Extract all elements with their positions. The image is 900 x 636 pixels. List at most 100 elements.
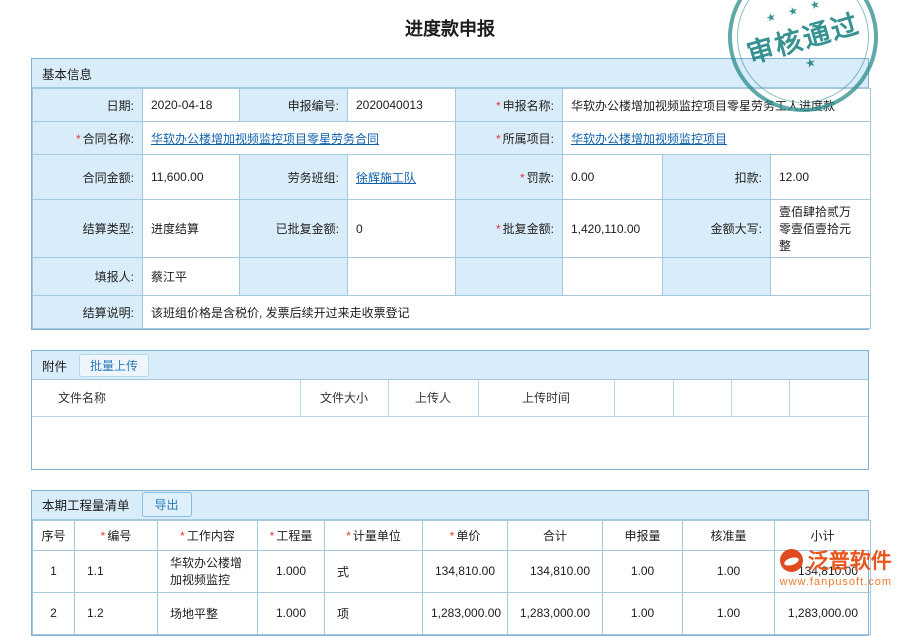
label-text: 所属项目: [503, 132, 554, 146]
required-mark: * [76, 132, 81, 146]
seq-cell: 1 [33, 550, 75, 592]
value-text: 进度结算 [151, 222, 199, 236]
required-mark: * [496, 132, 501, 146]
table-row: 填报人: 蔡江平 [33, 258, 871, 296]
label-text: 扣款: [735, 171, 762, 185]
quantity-column: *工程量 [258, 520, 325, 550]
label-text: 申报名称: [503, 99, 554, 113]
col-label: 核准量 [710, 529, 746, 543]
deduction-value: 12.00 [771, 155, 871, 200]
batch-upload-button[interactable]: 批量上传 [79, 354, 149, 377]
code-column: *编号 [75, 520, 158, 550]
attachments-title: 附件 [42, 356, 67, 375]
col-label: 申报量 [624, 529, 660, 543]
value-text: 2020040013 [356, 98, 423, 112]
unit-cell: 项 [325, 592, 423, 634]
value-text: 该班组价格是含税价, 发票后续开过来走收票登记 [151, 306, 410, 320]
col-label: 计量单位 [353, 529, 401, 543]
label-text: 结算说明: [83, 306, 134, 320]
amount-words-label: 金额大写: [663, 200, 771, 258]
required-mark: * [496, 222, 501, 236]
settlement-note-label: 结算说明: [33, 296, 143, 329]
required-mark: * [270, 529, 275, 543]
label-text: 罚款: [527, 171, 554, 185]
value-text: 12.00 [779, 170, 809, 184]
empty-label-cell [663, 258, 771, 296]
label-text: 已批复金额: [276, 222, 339, 236]
basic-info-title: 基本信息 [42, 64, 92, 83]
approved-amount-value: 1,420,110.00 [563, 200, 663, 258]
declaration-name-value: 华软办公楼增加视频监控项目零星劳务工人进度款 [563, 89, 871, 122]
col-label: 小计 [810, 529, 834, 543]
work-content-cell: 场地平整 [158, 592, 258, 634]
label-text: 填报人: [95, 270, 134, 284]
upload-time-column: 上传时间 [478, 380, 614, 416]
col-label: 工作内容 [187, 529, 235, 543]
basic-info-section: 基本信息 日期: 2020-04-18 申报编号: 2020040013 *申报… [31, 58, 869, 330]
work-content-column: *工作内容 [158, 520, 258, 550]
label-text: 合同金额: [83, 171, 134, 185]
labor-team-label: 劳务班组: [240, 155, 348, 200]
label-text: 批复金额: [503, 222, 554, 236]
declared-qty-cell: 1.00 [603, 550, 683, 592]
col-label: 序号 [41, 529, 65, 543]
seq-column: 序号 [33, 520, 75, 550]
approved-before-value: 0 [348, 200, 456, 258]
table-row: 结算类型: 进度结算 已批复金额: 0 *批复金额: 1,420,110.00 … [33, 200, 871, 258]
label-text: 日期: [107, 99, 134, 113]
label-text: 金额大写: [711, 222, 762, 236]
quantity-header-row: 序号 *编号 *工作内容 *工程量 *计量单位 *单价 合计 申报量 核准量 小… [33, 520, 871, 550]
contract-name-label: *合同名称: [33, 122, 143, 155]
value-text: 0.00 [571, 170, 594, 184]
empty-value-cell [563, 258, 663, 296]
declaration-name-label: *申报名称: [456, 89, 563, 122]
quantity-cell: 1.000 [258, 550, 325, 592]
labor-team-link[interactable]: 徐辉施工队 [356, 171, 416, 185]
settlement-type-label: 结算类型: [33, 200, 143, 258]
contract-name-link[interactable]: 华软办公楼增加视频监控项目零星劳务合同 [151, 132, 379, 146]
required-mark: * [180, 529, 185, 543]
contract-name-value: 华软办公楼增加视频监控项目零星劳务合同 [143, 122, 456, 155]
total-column: 合计 [508, 520, 603, 550]
vendor-site: www.fanpusoft.com [780, 576, 892, 588]
attachments-table: 文件名称 文件大小 上传人 上传时间 [32, 380, 868, 417]
value-text: 2020-04-18 [151, 98, 212, 112]
amount-words-value: 壹佰肆拾贰万零壹佰壹拾元整 [771, 200, 871, 258]
value-text: 1,420,110.00 [571, 222, 640, 236]
approved-qty-column: 核准量 [683, 520, 775, 550]
project-link[interactable]: 华软办公楼增加视频监控项目 [571, 132, 727, 146]
file-name-column: 文件名称 [32, 380, 300, 416]
quantity-cell: 1.000 [258, 592, 325, 634]
basic-info-table: 日期: 2020-04-18 申报编号: 2020040013 *申报名称: 华… [32, 88, 871, 329]
empty-label-cell [456, 258, 563, 296]
penalty-label: *罚款: [456, 155, 563, 200]
export-button[interactable]: 导出 [142, 492, 192, 517]
table-row: 合同金额: 11,600.00 劳务班组: 徐辉施工队 *罚款: 0.00 扣款… [33, 155, 871, 200]
declared-qty-cell: 1.00 [603, 592, 683, 634]
approved-qty-cell: 1.00 [683, 592, 775, 634]
value-text: 壹佰肆拾贰万零壹佰壹拾元整 [779, 205, 851, 253]
penalty-value: 0.00 [563, 155, 663, 200]
declaration-no-label: 申报编号: [240, 89, 348, 122]
value-text: 蔡江平 [151, 270, 187, 284]
table-row: *合同名称: 华软办公楼增加视频监控项目零星劳务合同 *所属项目: 华软办公楼增… [33, 122, 871, 155]
empty-value-cell [348, 258, 456, 296]
empty-value-cell [771, 258, 871, 296]
vendor-logo-icon [780, 549, 803, 572]
required-mark: * [520, 171, 525, 185]
unit-cell: 式 [325, 550, 423, 592]
deduction-label: 扣款: [663, 155, 771, 200]
total-cell: 1,283,000.00 [508, 592, 603, 634]
required-mark: * [346, 529, 351, 543]
required-mark: * [101, 529, 106, 543]
declaration-no-value: 2020040013 [348, 89, 456, 122]
unit-price-column: *单价 [423, 520, 508, 550]
code-cell: 1.2 [75, 592, 158, 634]
approved-amount-label: *批复金额: [456, 200, 563, 258]
total-cell: 134,810.00 [508, 550, 603, 592]
project-value: 华软办公楼增加视频监控项目 [563, 122, 871, 155]
empty-column [614, 380, 673, 416]
col-label: 单价 [456, 529, 480, 543]
unit-price-cell: 1,283,000.00 [423, 592, 508, 634]
contract-amount-value: 11,600.00 [143, 155, 240, 200]
